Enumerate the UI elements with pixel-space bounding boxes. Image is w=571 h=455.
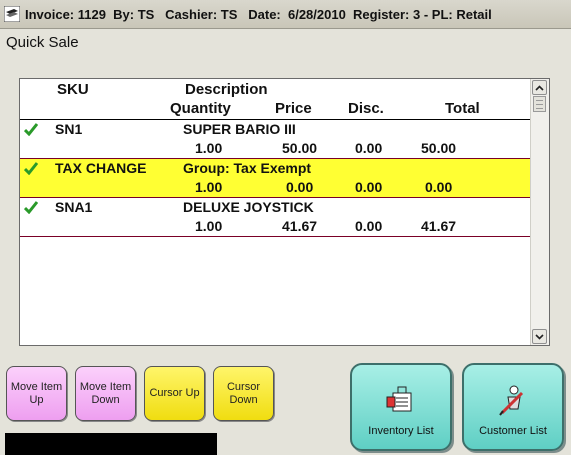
row-disc: 0.00 <box>355 179 383 195</box>
app-icon <box>4 6 20 22</box>
row-sku: SNA1 <box>55 199 93 215</box>
cursor-down-button[interactable]: Cursor Down <box>213 366 274 421</box>
chevron-up-icon <box>535 84 544 91</box>
cursor-up-button[interactable]: Cursor Up <box>144 366 205 421</box>
customer-list-button[interactable]: Customer List <box>462 363 564 451</box>
row-sku: TAX CHANGE <box>55 160 147 176</box>
window-title: Invoice: 1129 By: TS Cashier: TS Date: 6… <box>25 6 492 22</box>
row-description: DELUXE JOYSTICK <box>183 199 314 215</box>
items-grid[interactable]: SKU Description Quantity Price Disc. Tot… <box>19 78 550 346</box>
header-disc: Disc. <box>348 100 384 117</box>
row-description: SUPER BARIO III <box>183 121 296 137</box>
inventory-list-button[interactable]: Inventory List <box>350 363 452 451</box>
quick-sale-label: Quick Sale <box>6 34 79 51</box>
chevron-down-icon <box>535 333 544 340</box>
header-price: Price <box>275 100 312 117</box>
table-row[interactable]: SN1 SUPER BARIO III 1.00 50.00 0.00 50.0… <box>20 120 531 159</box>
header-quantity: Quantity <box>170 100 231 117</box>
inventory-icon <box>386 386 412 412</box>
customer-list-label: Customer List <box>479 425 547 437</box>
move-item-up-button[interactable]: Move Item Up <box>6 366 67 421</box>
grid-header: SKU Description Quantity Price Disc. Tot… <box>20 79 531 120</box>
scroll-up-button[interactable] <box>532 80 547 95</box>
row-quantity: 1.00 <box>195 140 223 156</box>
header-total: Total <box>445 100 480 117</box>
row-disc: 0.00 <box>355 140 383 156</box>
check-icon <box>24 201 38 214</box>
check-icon <box>24 123 38 136</box>
row-price: 50.00 <box>282 140 318 156</box>
row-total: 0.00 <box>425 179 453 195</box>
scroll-thumb[interactable] <box>533 96 546 112</box>
check-icon <box>24 162 38 175</box>
header-description: Description <box>185 81 268 98</box>
table-row[interactable]: SNA1 DELUXE JOYSTICK 1.00 41.67 0.00 41.… <box>20 198 531 237</box>
row-price: 0.00 <box>286 179 314 195</box>
status-bar <box>5 433 217 455</box>
row-sku: SN1 <box>55 121 83 137</box>
row-total: 41.67 <box>421 218 457 234</box>
table-row-selected[interactable]: TAX CHANGE Group: Tax Exempt 1.00 0.00 0… <box>20 159 531 198</box>
vertical-scrollbar[interactable] <box>530 79 549 345</box>
title-bar: Invoice: 1129 By: TS Cashier: TS Date: 6… <box>0 0 571 29</box>
customer-icon <box>499 385 524 416</box>
row-quantity: 1.00 <box>195 218 223 234</box>
inventory-list-label: Inventory List <box>368 425 434 437</box>
row-total: 50.00 <box>421 140 457 156</box>
scroll-down-button[interactable] <box>532 329 547 344</box>
row-quantity: 1.00 <box>195 179 223 195</box>
row-description: Group: Tax Exempt <box>183 160 312 176</box>
move-item-down-button[interactable]: Move Item Down <box>75 366 136 421</box>
header-sku: SKU <box>57 81 89 98</box>
row-price: 41.67 <box>282 218 318 234</box>
row-disc: 0.00 <box>355 218 383 234</box>
